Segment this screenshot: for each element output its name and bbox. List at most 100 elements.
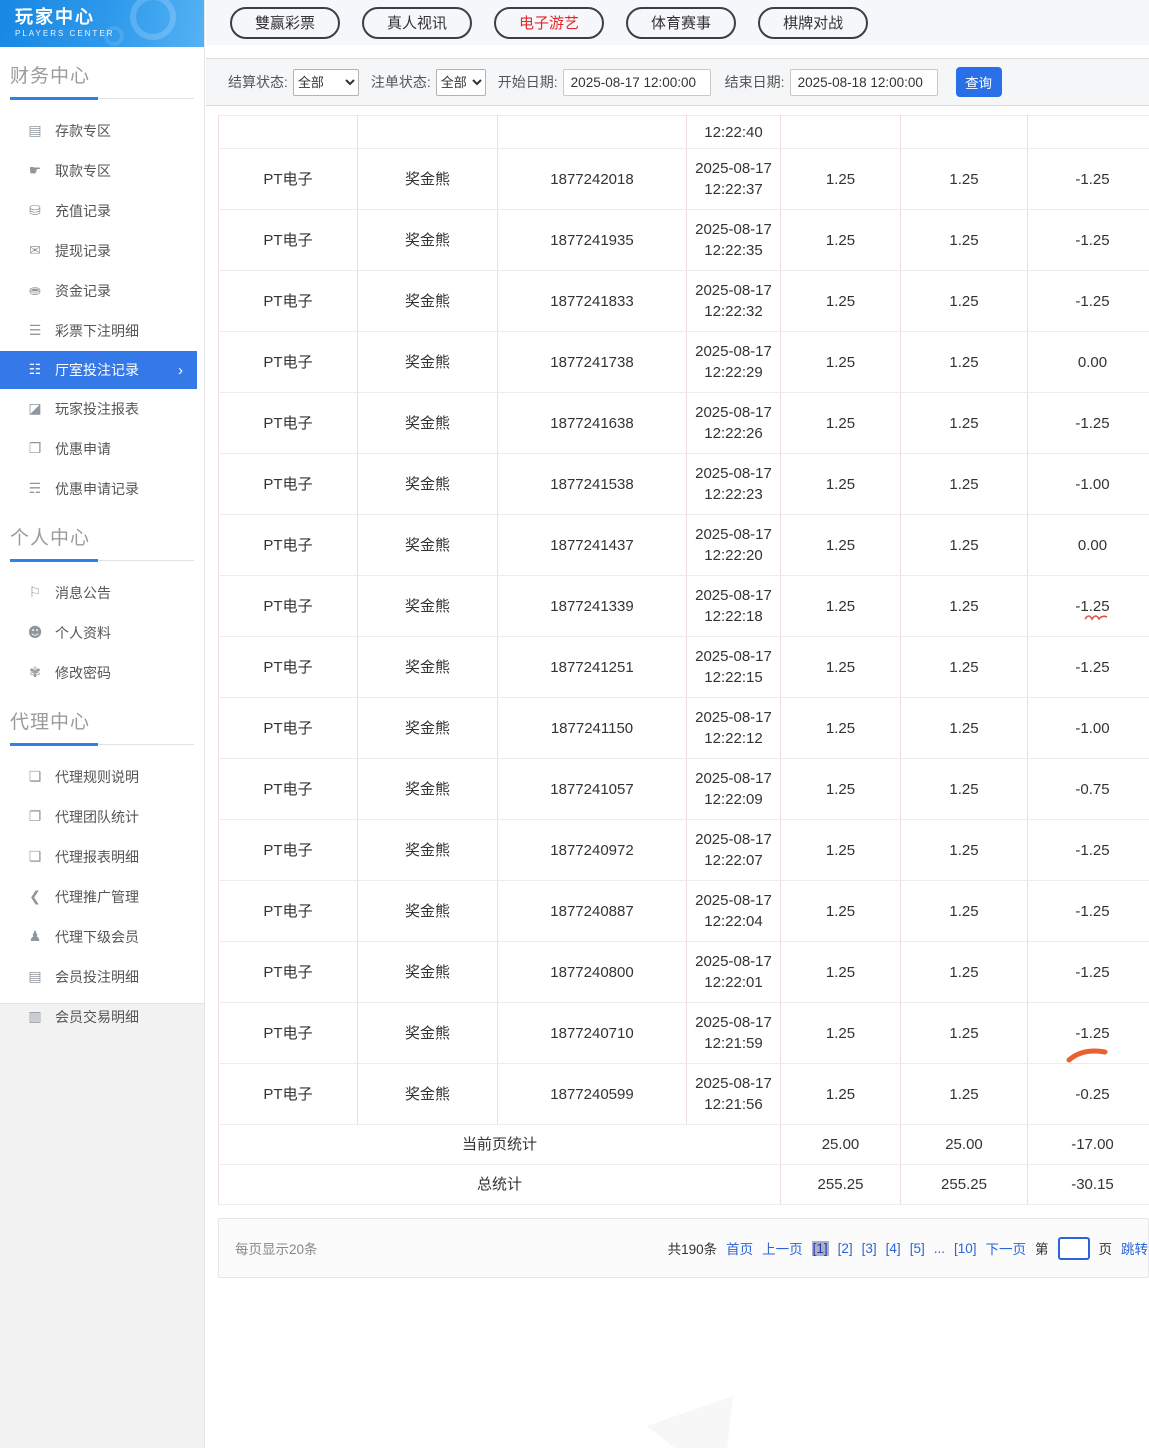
sidebar-item-bell[interactable]: ⚐ 消息公告 — [0, 573, 204, 613]
sidebar-item-person[interactable]: ☻ 个人资料 — [0, 613, 204, 653]
page-number-link[interactable]: ... — [934, 1241, 945, 1256]
cell-valid-amount: 1.25 — [900, 209, 1028, 271]
table-row: PT电子 奖金熊 1877240710 2025-08-17 12:21:59 1… — [218, 1002, 1149, 1064]
share-icon: ❮ — [29, 889, 41, 905]
cell-result: -0.25 — [1027, 1063, 1149, 1125]
sidebar-item-funds-record[interactable]: ⛂ 资金记录 — [0, 271, 204, 311]
cell-bet-amount: 1.25 — [780, 819, 901, 881]
sidebar-item-document[interactable]: ❏ 代理规则说明 — [0, 757, 204, 797]
page-number-link[interactable]: [10] — [954, 1241, 977, 1256]
bet-status-select[interactable]: 全部 — [435, 68, 486, 96]
cell-game: 奖金熊 — [357, 514, 498, 576]
cell-result: -1.25 — [1027, 392, 1149, 454]
cell-bet-amount: 1.25 — [780, 148, 901, 210]
sidebar-item-label: 厅室投注记录 — [55, 362, 139, 378]
page-number-link[interactable]: [2] — [838, 1241, 853, 1256]
tab-棋牌对战[interactable]: 棋牌对战 — [758, 6, 869, 39]
sidebar-item-promo-apply-record[interactable]: ☴ 优惠申请记录 — [0, 469, 204, 509]
prev-page-link[interactable]: 上一页 — [762, 1238, 803, 1258]
cell-provider: PT电子 — [218, 758, 358, 820]
table-row: PT电子 奖金熊 1877240599 2025-08-17 12:21:56 1… — [218, 1063, 1149, 1125]
cell-game: 奖金熊 — [357, 270, 498, 332]
bell-icon: ⚐ — [28, 585, 42, 601]
page-jump-input[interactable] — [1057, 1236, 1090, 1260]
cell-datetime: 2025-08-17 12:22:32 — [686, 270, 781, 332]
sidebar-item-label: 消息公告 — [55, 585, 111, 601]
withdraw-icon: ☛ — [28, 163, 42, 179]
settle-status-select[interactable]: 全部 — [292, 68, 359, 96]
member-bet-detail-icon: ▤ — [28, 969, 42, 985]
sidebar-item-lottery-bet-detail[interactable]: ☰ 彩票下注明细 — [0, 311, 204, 351]
next-page-link[interactable]: 下一页 — [986, 1238, 1027, 1258]
document-icon: ❏ — [28, 769, 42, 785]
sidebar-item-member-bet-detail[interactable]: ▤ 会员投注明细 — [0, 957, 204, 997]
cell-valid-amount: 1.25 — [900, 331, 1028, 393]
sidebar-footer-area — [0, 1004, 205, 1448]
table-row: PT电子 奖金熊 1877241833 2025-08-17 12:22:32 1… — [218, 270, 1149, 332]
table-row: PT电子 奖金熊 1877241738 2025-08-17 12:22:29 1… — [218, 331, 1149, 393]
sidebar-item-player-bet-report[interactable]: ◪ 玩家投注报表 — [0, 389, 204, 429]
page-number-link[interactable]: [4] — [886, 1241, 901, 1256]
promo-apply-record-icon: ☴ — [28, 481, 42, 497]
cell-provider: PT电子 — [218, 270, 358, 332]
sidebar-item-share[interactable]: ❮ 代理推广管理 — [0, 877, 204, 917]
sidebar-item-deposit[interactable]: ▤ 存款专区 — [0, 111, 204, 151]
tab-电子游艺[interactable]: 电子游艺 — [494, 6, 605, 39]
sidebar-item-label: 个人资料 — [55, 625, 111, 641]
cell-valid-amount: 1.25 — [900, 514, 1028, 576]
gear-icon: ✾ — [29, 665, 41, 681]
cell-bet-id: 1877241538 — [497, 453, 687, 515]
cell-valid-amount: 1.25 — [900, 819, 1028, 881]
page-number-current[interactable]: [1] — [811, 1240, 829, 1256]
start-date-label: 开始日期: — [497, 74, 558, 90]
section-divider — [10, 97, 194, 100]
stray-mark-red — [1084, 615, 1108, 621]
tab-体育赛事[interactable]: 体育赛事 — [626, 6, 737, 39]
cell-datetime: 2025-08-17 12:22:20 — [686, 514, 781, 576]
cell-result: -1.00 — [1027, 453, 1149, 515]
sidebar-header: 玩家中心 PLAYERS CENTER — [0, 0, 204, 47]
page-number-link[interactable]: [3] — [862, 1241, 877, 1256]
sidebar-item-team-stats[interactable]: ❐ 代理团队统计 — [0, 797, 204, 837]
start-date-input[interactable] — [562, 68, 711, 96]
cell-provider: PT电子 — [218, 941, 358, 1003]
table-row: PT电子 奖金熊 1877240800 2025-08-17 12:22:01 1… — [218, 941, 1149, 1003]
recharge-record-icon: ⛁ — [29, 203, 41, 219]
total-stats-bet: 255.25 — [780, 1164, 901, 1205]
table-row: PT电子 奖金熊 1877241339 2025-08-17 12:22:18 1… — [218, 575, 1149, 637]
cell-result: -1.25 — [1027, 575, 1149, 637]
query-button[interactable]: 查询 — [955, 67, 1002, 97]
table-row: PT电子 奖金熊 1877240972 2025-08-17 12:22:07 1… — [218, 819, 1149, 881]
cell-provider: PT电子 — [218, 331, 358, 393]
cell-bet-id: 1877241057 — [497, 758, 687, 820]
first-page-link[interactable]: 首页 — [726, 1238, 753, 1258]
cell-bet-amount: 1.25 — [780, 392, 901, 454]
cell-datetime: 2025-08-17 12:21:59 — [686, 1002, 781, 1064]
sidebar-item-people[interactable]: ♟ 代理下级会员 — [0, 917, 204, 957]
tab-真人视讯[interactable]: 真人视讯 — [362, 6, 473, 39]
sidebar-item-hall-bet-record[interactable]: ☷ 厅室投注记录 › — [0, 351, 197, 389]
promo-apply-icon: ❒ — [28, 441, 42, 457]
cell-datetime: 2025-08-17 12:22:18 — [686, 575, 781, 637]
sidebar-item-label: 代理下级会员 — [55, 929, 139, 945]
cell-provider: PT电子 — [218, 1002, 358, 1064]
chevron-right-icon: › — [178, 361, 183, 379]
sidebar-item-member-trans-detail[interactable]: ▥ 会员交易明细 — [0, 997, 204, 1037]
cell-game: 奖金熊 — [357, 331, 498, 393]
cell-bet-amount: 1.25 — [780, 697, 901, 759]
table-row: PT电子 奖金熊 1877241057 2025-08-17 12:22:09 1… — [218, 758, 1149, 820]
sidebar-item-withdrawal-record[interactable]: ✉ 提现记录 — [0, 231, 204, 271]
sidebar-item-gear[interactable]: ✾ 修改密码 — [0, 653, 204, 693]
page-stats-bet: 25.00 — [780, 1124, 901, 1165]
page-number-link[interactable]: [5] — [910, 1241, 925, 1256]
end-date-input[interactable] — [789, 68, 938, 96]
cell-provider: PT电子 — [218, 514, 358, 576]
sidebar-item-withdraw[interactable]: ☛ 取款专区 — [0, 151, 204, 191]
jump-go-link[interactable]: 跳转 — [1121, 1238, 1148, 1258]
sidebar-item-promo-apply[interactable]: ❒ 优惠申请 — [0, 429, 204, 469]
deposit-icon: ▤ — [28, 123, 42, 139]
table-row: PT电子 奖金熊 1877241150 2025-08-17 12:22:12 1… — [218, 697, 1149, 759]
sidebar-item-report-detail[interactable]: ❑ 代理报表明细 — [0, 837, 204, 877]
tab-雙赢彩票[interactable]: 雙赢彩票 — [230, 6, 341, 39]
sidebar-item-recharge-record[interactable]: ⛁ 充值记录 — [0, 191, 204, 231]
